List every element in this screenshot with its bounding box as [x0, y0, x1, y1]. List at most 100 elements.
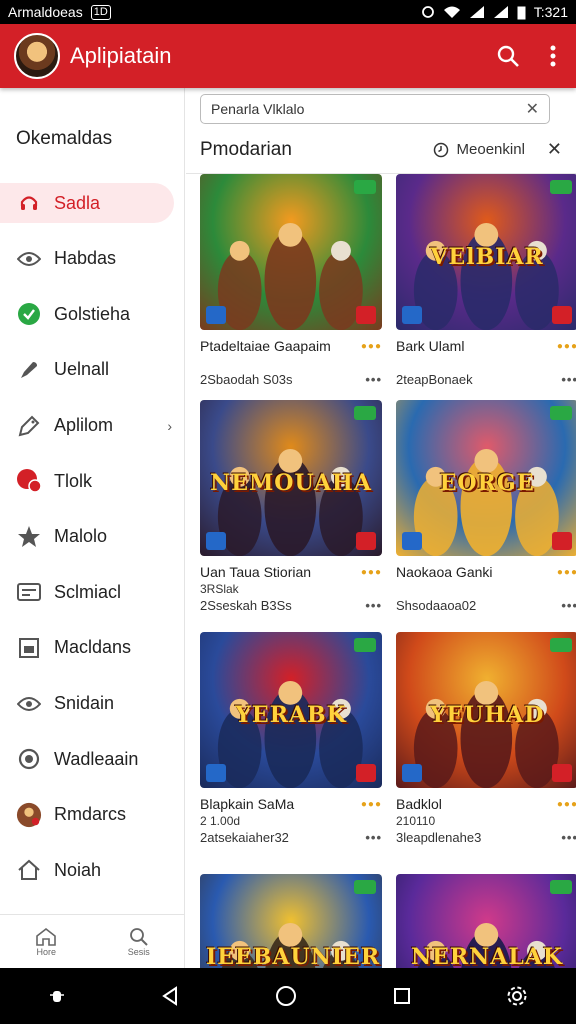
sidebar-item-label: Sadla: [54, 192, 101, 213]
game-logo-text: YEUHAD: [429, 702, 545, 729]
back-icon[interactable]: [161, 986, 179, 1006]
home-icon: [36, 927, 57, 946]
game-card[interactable]: NEMOUAHA Uan Taua Stiorian ●●● 3RSlak 2Ssesk…: [200, 400, 382, 613]
more-horiz-icon[interactable]: •••: [365, 372, 382, 387]
sidebar-item-13[interactable]: Noiah: [0, 843, 184, 899]
tab-search[interactable]: Sesis: [93, 915, 185, 968]
sidebar-item-5[interactable]: Aplilom ›: [0, 398, 184, 454]
more-horiz-icon[interactable]: •••: [561, 598, 576, 613]
search-input[interactable]: [211, 101, 526, 117]
sim-icon: 1D: [90, 4, 111, 20]
sidebar-item-label: Uelnall: [54, 359, 110, 380]
game-title-row: Blapkain SaMa ●●●: [200, 796, 382, 812]
card-icon: [16, 579, 42, 605]
settings-icon[interactable]: [506, 985, 528, 1007]
publisher-badge: [206, 764, 226, 782]
game-thumbnail[interactable]: YEUHAD: [396, 632, 576, 788]
game-title-row: Badklol ●●●: [396, 796, 576, 812]
game-meta-row: Shsodaaoa02 •••: [396, 598, 576, 613]
more-horiz-icon[interactable]: •••: [561, 372, 576, 387]
rating-badge: [354, 180, 376, 194]
game-card[interactable]: IEEBAUNIER: [200, 874, 382, 968]
game-card[interactable]: EORGE Naokaoa Ganki ●●● Shsodaaoa02 •••: [396, 400, 576, 613]
sidebar-item-3[interactable]: Golstieha: [0, 287, 184, 343]
game-meta: 3leapdlenahe3: [396, 830, 482, 845]
game-card[interactable]: NERNALAK: [396, 874, 576, 968]
sidebar-item-10[interactable]: Snidain: [0, 676, 184, 732]
game-thumbnail[interactable]: NEMOUAHA: [200, 400, 382, 556]
game-card[interactable]: YEUHAD Badklol ●●● 210110 3leapdlenahe3 •••: [396, 632, 576, 845]
game-title: Blapkain SaMa: [200, 796, 295, 812]
home-circle-icon[interactable]: [275, 985, 297, 1007]
game-meta: 2teapBonaek: [396, 372, 473, 387]
sidebar-item-7[interactable]: Malolo: [0, 509, 184, 565]
close-icon[interactable]: ✕: [526, 99, 539, 119]
more-horiz-icon[interactable]: •••: [561, 830, 576, 845]
sidebar-item-4[interactable]: Uelnall: [0, 342, 184, 398]
sidebar-item-1[interactable]: Sadla: [0, 183, 174, 223]
sidebar-item-6[interactable]: Tlolk: [0, 453, 184, 509]
more-vert-icon[interactable]: [550, 45, 556, 67]
tag-icon: [16, 413, 42, 439]
rating-badge: [550, 880, 572, 894]
sidebar-item-11[interactable]: Wadleaain: [0, 731, 184, 787]
eye-icon: [16, 246, 42, 272]
search-icon[interactable]: [496, 44, 520, 68]
game-meta: 2Sbaodah S03s: [200, 372, 293, 387]
avatar-icon: [16, 802, 42, 828]
sidebar-item-2[interactable]: Habdas: [0, 231, 184, 287]
sidebar-item-8[interactable]: Sclmiacl: [0, 565, 184, 621]
game-art: [413, 222, 559, 330]
game-logo-text: NEMOUAHA: [210, 470, 372, 497]
game-title: Badklol: [396, 796, 442, 812]
rating-badge: [354, 880, 376, 894]
sidebar-item-9[interactable]: Macldans: [0, 620, 184, 676]
pen-icon: [16, 357, 42, 383]
status-app-name: Armaldoeas: [8, 4, 83, 20]
more-horiz-icon[interactable]: •••: [365, 598, 382, 613]
close-icon[interactable]: ✕: [547, 139, 562, 160]
rating-dots-icon: ●●●: [556, 340, 576, 352]
recents-icon[interactable]: [393, 987, 411, 1005]
clock-icon: [433, 142, 448, 157]
game-meta-row: 2Sseskah B3Ss •••: [200, 598, 382, 613]
game-title: Naokaoa Ganki: [396, 564, 493, 580]
sidebar-item-label: Wadleaain: [54, 748, 139, 769]
game-card[interactable]: YERABK Blapkain SaMa ●●● 2 1.00d 2atsekaiahe…: [200, 632, 382, 845]
publisher-badge: [402, 306, 422, 324]
game-thumbnail[interactable]: YERABK: [200, 632, 382, 788]
sidebar-item-12[interactable]: Rmdarcs: [0, 787, 184, 843]
age-badge: [552, 306, 572, 324]
game-thumbnail[interactable]: EORGE: [396, 400, 576, 556]
game-card[interactable]: VElBIAR Bark Ulaml ●●● 2teapBonaek •••: [396, 174, 576, 387]
green-circle-icon: [16, 301, 42, 327]
status-time: T:321: [533, 4, 568, 20]
rating-dots-icon: ●●●: [556, 566, 576, 578]
signal2-icon: [493, 6, 508, 18]
game-thumbnail[interactable]: IEEBAUNIER: [200, 874, 382, 968]
eye-icon: [16, 691, 42, 717]
bug-icon[interactable]: [48, 987, 66, 1005]
game-title-row: Uan Taua Stiorian ●●●: [200, 564, 382, 580]
game-thumbnail[interactable]: [200, 174, 382, 330]
rating-dots-icon: ●●●: [360, 340, 382, 352]
more-horiz-icon[interactable]: •••: [365, 830, 382, 845]
filter-option[interactable]: Meoenkinl: [457, 141, 525, 158]
game-meta-row: 3leapdlenahe3 •••: [396, 830, 576, 845]
game-thumbnail[interactable]: VElBIAR: [396, 174, 576, 330]
game-subtitle: 3RSlak: [200, 582, 239, 596]
tab-home[interactable]: Hore: [0, 915, 93, 968]
rating-badge: [550, 638, 572, 652]
sidebar: Okemaldas Sadla Habdas Golstieha Uelnall Apl…: [0, 88, 185, 968]
game-subtitle: 210110: [396, 814, 436, 828]
game-art: [217, 222, 363, 330]
game-art: [413, 448, 559, 556]
rating-badge: [550, 180, 572, 194]
sidebar-item-label: Noiah: [54, 859, 102, 880]
headset-icon: [16, 190, 42, 216]
game-card[interactable]: Ptadeltaiae Gaapaim ●●● 2Sbaodah S03s •••: [200, 174, 382, 387]
game-meta: 2Sseskah B3Ss: [200, 598, 292, 613]
sidebar-item-label: Golstieha: [54, 303, 131, 324]
avatar[interactable]: [14, 33, 60, 79]
game-thumbnail[interactable]: NERNALAK: [396, 874, 576, 968]
